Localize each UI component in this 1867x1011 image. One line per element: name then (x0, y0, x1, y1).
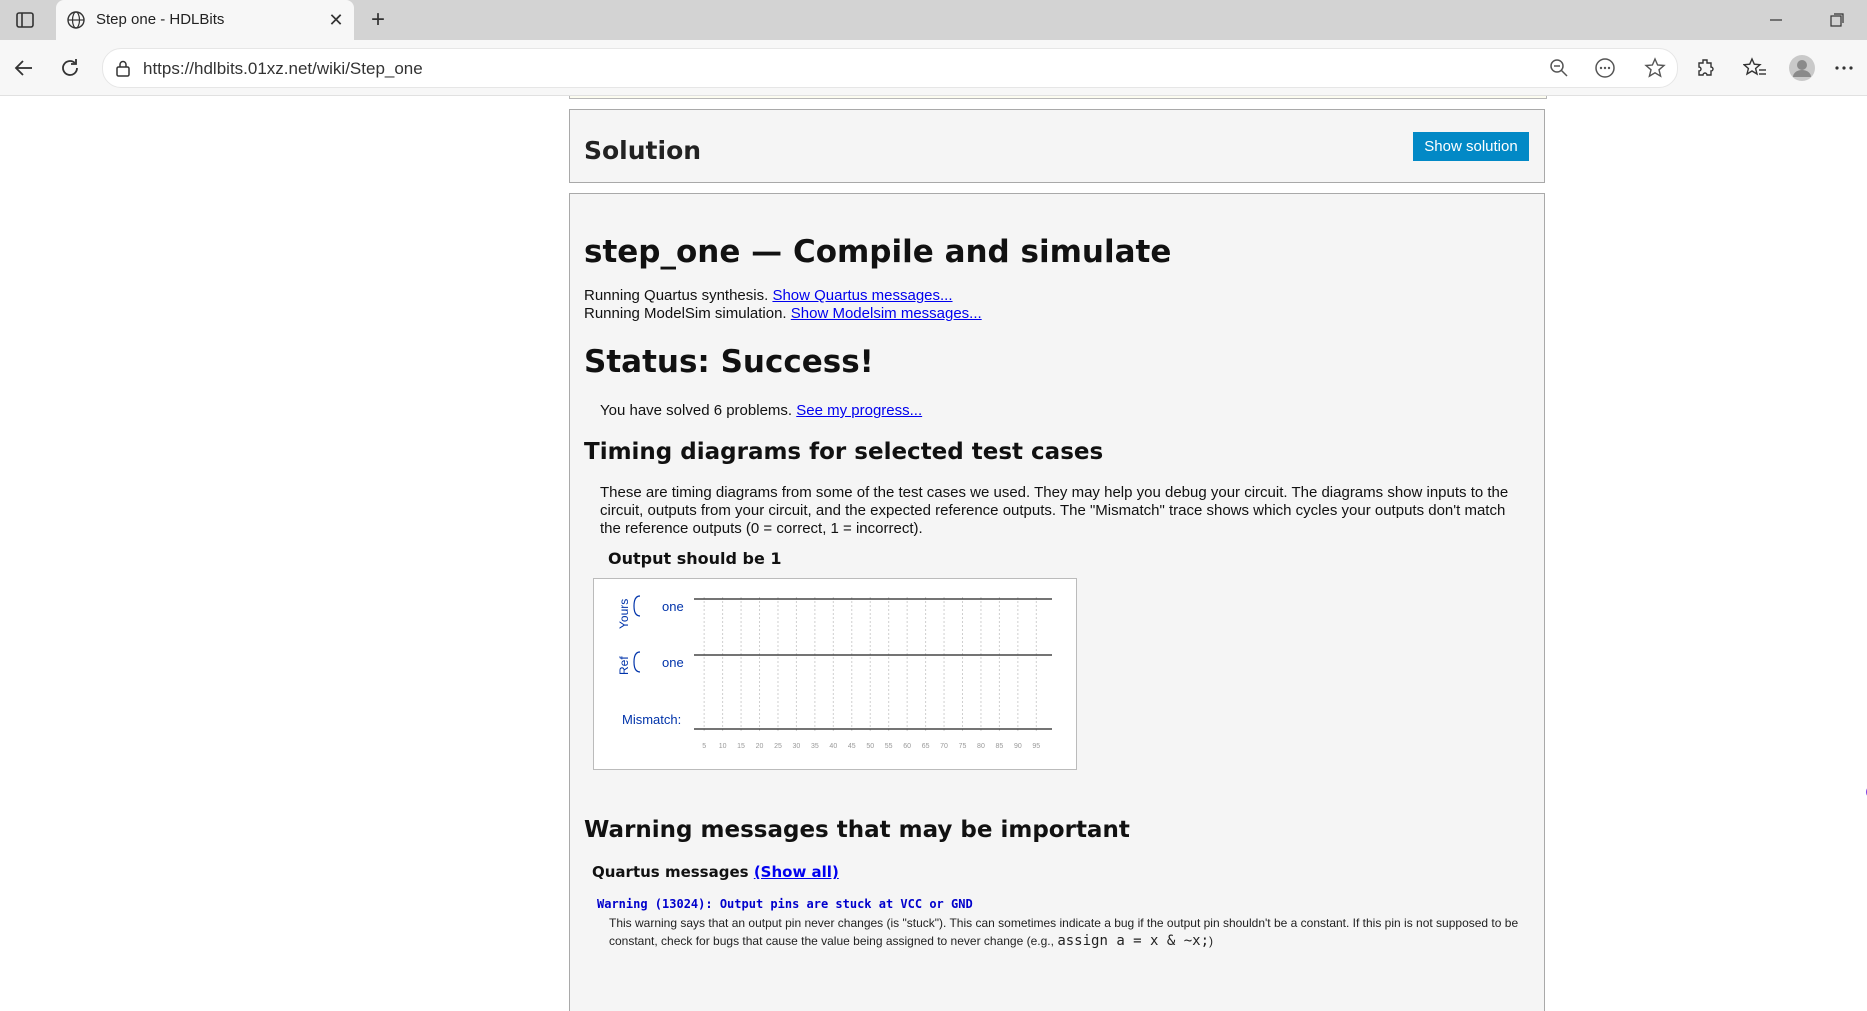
tick-label: 10 (719, 743, 727, 750)
solved-count-text: You have solved 6 problems. (600, 402, 793, 419)
plus-icon[interactable]: + (366, 6, 390, 33)
tab-bar: Step one - HDLBits ✕ + (0, 0, 1867, 40)
warning-code-example: assign a = x & ~x; (1057, 933, 1210, 949)
tick-label: 35 (811, 743, 819, 750)
tick-label: 20 (756, 743, 764, 750)
globe-icon (66, 10, 86, 30)
see-progress-link[interactable]: See my progress... (796, 402, 922, 419)
warning-text-end: ) (1209, 934, 1214, 948)
previous-section-edge (569, 96, 1547, 99)
back-icon[interactable] (8, 52, 40, 84)
tick-label: 80 (977, 743, 985, 750)
reader-icon[interactable] (1593, 56, 1617, 80)
tick-label: 85 (996, 743, 1004, 750)
timing-diagrams-description: These are timing diagrams from some of t… (600, 484, 1509, 537)
waveform-svg: 5 10 15 20 25 30 35 40 45 50 55 60 65 70 75 80 85 90 95 You… (617, 595, 1052, 750)
modelsim-status-line: Running ModelSim simulation. Show Models… (584, 305, 982, 322)
tab-title: Step one - HDLBits (96, 11, 225, 28)
lock-icon[interactable] (113, 58, 133, 78)
yours-group-label: Yours (617, 599, 631, 629)
show-modelsim-messages-link[interactable]: Show Modelsim messages... (791, 305, 982, 322)
test-case-title: Output should be 1 (608, 549, 782, 568)
restore-icon[interactable] (1822, 8, 1850, 32)
extensions-icon[interactable] (1690, 52, 1722, 84)
yours-bracket (633, 595, 641, 617)
address-bar[interactable]: https://hdlbits.01xz.net/wiki/Step_one (102, 48, 1678, 88)
show-quartus-messages-link[interactable]: Show Quartus messages... (772, 287, 952, 304)
solved-count-line: You have solved 6 problems. See my progr… (600, 402, 922, 419)
star-icon[interactable] (1643, 56, 1667, 80)
tick-label: 60 (903, 743, 911, 750)
modelsim-status-text: Running ModelSim simulation. (584, 305, 787, 322)
status-title: Status: Success! (584, 344, 874, 380)
tick-label: 5 (702, 743, 706, 750)
tick-label: 30 (793, 743, 801, 750)
quartus-status-line: Running Quartus synthesis. Show Quartus … (584, 287, 953, 304)
result-panel: step_one — Compile and simulate Running … (569, 193, 1545, 1011)
solution-panel: Solution Show solution (569, 109, 1545, 183)
browser-toolbar: https://hdlbits.01xz.net/wiki/Step_one (0, 40, 1867, 96)
sidebar-icon[interactable] (12, 8, 38, 32)
favorites-icon[interactable] (1739, 52, 1771, 84)
result-title: step_one — Compile and simulate (584, 234, 1172, 270)
tick-label: 15 (737, 743, 745, 750)
url-text[interactable]: https://hdlbits.01xz.net/wiki/Step_one (143, 59, 423, 79)
warning-explanation: This warning says that an output pin nev… (609, 914, 1529, 950)
warnings-title: Warning messages that may be important (584, 817, 1130, 843)
close-icon[interactable]: ✕ (326, 10, 346, 30)
quartus-status-text: Running Quartus synthesis. (584, 287, 769, 304)
show-all-link[interactable]: (Show all) (754, 863, 839, 881)
quartus-messages-heading: Quartus messages (Show all) (592, 863, 839, 881)
ref-bracket (633, 651, 641, 673)
solution-title: Solution (584, 136, 702, 165)
tick-label: 65 (922, 743, 930, 750)
minimize-icon[interactable] (1762, 8, 1790, 32)
tick-label: 70 (940, 743, 948, 750)
browser-tab[interactable]: Step one - HDLBits ✕ (56, 0, 354, 40)
quartus-messages-label: Quartus messages (592, 863, 749, 881)
ref-signal-label: one (662, 655, 684, 670)
zoom-out-icon[interactable] (1547, 56, 1571, 80)
tick-label: 50 (866, 743, 874, 750)
yours-signal-label: one (662, 599, 684, 614)
tick-label: 95 (1032, 743, 1040, 750)
timing-diagrams-title: Timing diagrams for selected test cases (584, 439, 1104, 465)
tick-label: 55 (885, 743, 893, 750)
more-icon[interactable] (1828, 52, 1860, 84)
tick-label: 45 (848, 743, 856, 750)
page-viewport: Solution Show solution step_one — Compil… (6, 96, 1867, 1011)
ref-group-label: Ref (617, 656, 631, 675)
tick-label: 40 (829, 743, 837, 750)
mismatch-label: Mismatch: (622, 712, 681, 727)
timing-diagram: 5 10 15 20 25 30 35 40 45 50 55 60 65 70 75 80 85 90 95 You… (593, 578, 1077, 770)
tick-label: 75 (959, 743, 967, 750)
warning-code: Warning (13024): Output pins are stuck a… (597, 897, 973, 911)
refresh-icon[interactable] (54, 52, 86, 84)
profile-icon[interactable] (1786, 52, 1818, 84)
tick-label: 90 (1014, 743, 1022, 750)
tick-label: 25 (774, 743, 782, 750)
show-solution-button[interactable]: Show solution (1413, 132, 1529, 161)
